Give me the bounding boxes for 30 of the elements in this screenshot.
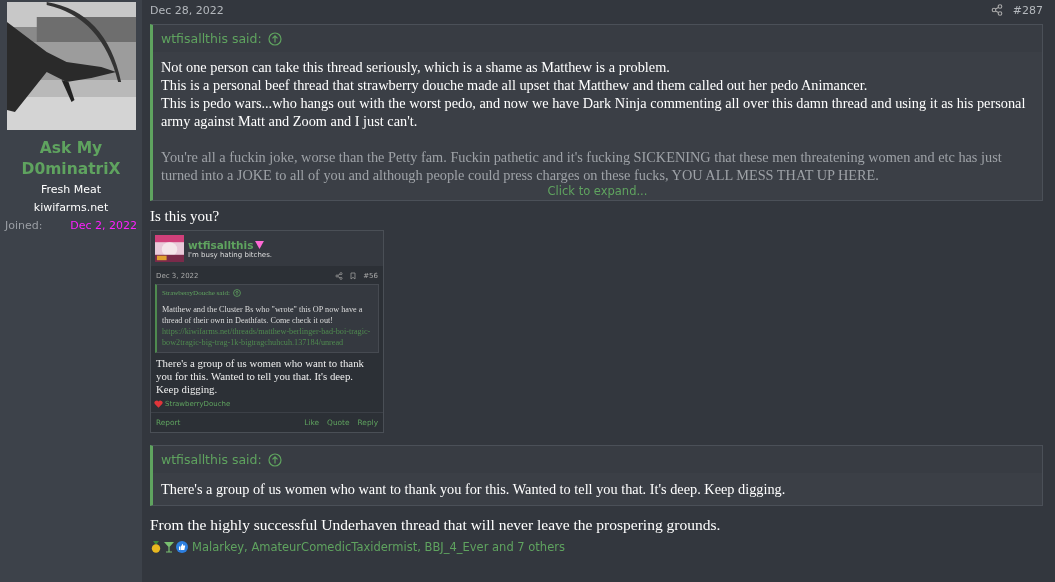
user-title: Fresh Meat: [40, 183, 102, 196]
quote-text: There's a group of us women who want to thank you for this. Wanted to tell you that. It's deep. Keep digging.: [161, 480, 787, 498]
post-number[interactable]: #287: [1012, 3, 1043, 17]
thumbs-up-icon[interactable]: [176, 541, 188, 553]
reaction-users[interactable]: Malarkey, AmateurComedicTaxidermist, BBJ_4_Ever and 7 others: [192, 540, 565, 554]
expand-link[interactable]: Click to expand...: [547, 184, 648, 198]
heart-icon: [154, 400, 163, 408]
joined-date: Dec 2, 2022: [70, 219, 137, 232]
site-label: kiwifarms.net: [33, 201, 109, 214]
quote-author[interactable]: wtfisallthis said:: [161, 452, 262, 467]
joined-label: Joined:: [5, 219, 43, 232]
arrow-up-icon: [232, 289, 241, 297]
medal-icon[interactable]: [150, 541, 162, 553]
quote-text: You're all a fuckin joke, worse than the Petty fam. Fuckin pathetic and it's fucking SICKENING that these men threatening women and etc has just turned into a JOKE to all of you and although people could press charges on these fucks, YOU ALL MESS THAT UP HERE.: [161, 148, 1003, 184]
embedded-post-text: There's a group of us women who want to thank you for this. Wanted to tell you that. It's deep. Keep digging.: [156, 357, 365, 396]
quote-text: Not one person can take this thread seriously, which is a shame as Matthew is a problem. This is a personal beef thread that strawberry douche made all upset that Matthew and them called out her pedo Animancer. This is pedo wars...who hangs out with the worst pedo, and now we have Dark Ninja commenting all over this damn thread and using it as his personal army against Matt and Zoom and I just can't.: [161, 58, 1027, 130]
arrow-up-icon[interactable]: [267, 452, 282, 467]
embedded-quote-text: Matthew and the Cluster Bs who "wrote" this OP now have a thread of their own in Deathfats. Come check it out!: [162, 304, 364, 326]
triangle-icon: [255, 240, 265, 249]
arrow-up-icon[interactable]: [267, 31, 282, 46]
embedded-username: wtfisallthis: [188, 238, 254, 251]
share-icon: [335, 272, 344, 280]
share-icon[interactable]: [990, 4, 1003, 16]
post-date[interactable]: Dec 28, 2022: [150, 3, 224, 17]
bookmark-icon: [349, 272, 358, 280]
cocktail-icon[interactable]: [163, 541, 175, 553]
post-text: Is this you?: [150, 208, 221, 225]
post-text: From the highly successful Underhaven thread that will never leave the prospering grounds.: [150, 516, 722, 534]
quote-author[interactable]: wtfisallthis said:: [161, 31, 262, 46]
username[interactable]: Ask My D0minatriX: [11, 138, 131, 180]
